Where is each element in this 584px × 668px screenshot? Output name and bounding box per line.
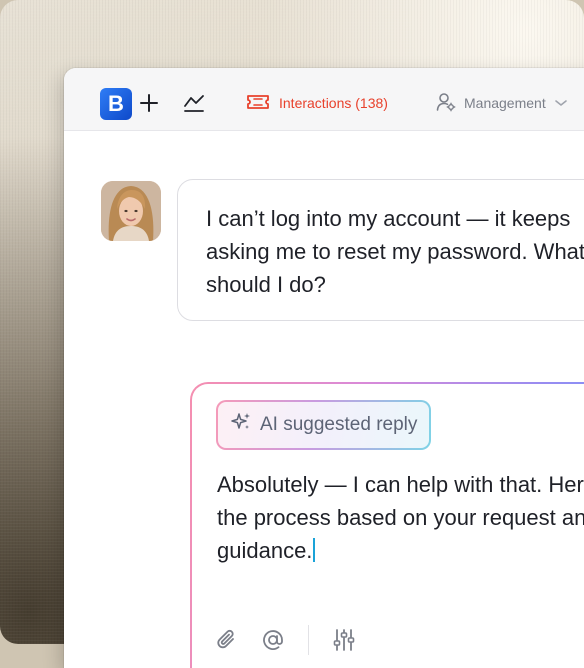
paperclip-icon[interactable] [214, 627, 240, 653]
ai-suggested-reply-chip[interactable]: AI suggested reply [216, 400, 432, 450]
ai-chip-label: AI suggested reply [260, 414, 418, 435]
customer-message-bubble: I can’t log into my account — it keeps a… [177, 179, 584, 321]
tab-management-label: Management [464, 95, 546, 111]
customer-message-text: I can’t log into my account — it keeps a… [206, 206, 584, 297]
reply-composer[interactable]: AI suggested reply Absolutely — I can he… [190, 382, 584, 668]
reply-draft-content: Absolutely — I can help with that. Here’… [217, 472, 584, 563]
user-settings-icon [436, 92, 456, 115]
conversation-panel: I can’t log into my account — it keeps a… [64, 131, 584, 668]
tab-interactions[interactable]: Interactions (138) [246, 90, 388, 116]
toolbar-divider [308, 625, 309, 655]
top-navigation-bar: B Interactions (138) Management [64, 68, 584, 131]
composer-toolbar [214, 620, 357, 660]
ticket-icon [246, 93, 270, 114]
customer-avatar [101, 181, 161, 241]
tab-interactions-label: Interactions (138) [279, 95, 388, 111]
ai-chip-content: AI suggested reply [218, 402, 430, 448]
reply-composer-inner: AI suggested reply Absolutely — I can he… [192, 384, 584, 668]
chevron-down-icon[interactable] [554, 95, 568, 111]
sparkles-icon [230, 411, 252, 439]
at-icon[interactable] [260, 627, 286, 653]
text-cursor [313, 538, 316, 562]
reply-draft-text[interactable]: Absolutely — I can help with that. Here’… [217, 468, 584, 567]
tab-management[interactable]: Management [436, 90, 568, 116]
chart-icon[interactable] [182, 90, 206, 116]
plus-icon[interactable] [136, 88, 162, 118]
sliders-icon[interactable] [331, 627, 357, 653]
app-window: B Interactions (138) Management I can’t … [64, 68, 584, 668]
app-logo[interactable]: B [100, 88, 132, 120]
